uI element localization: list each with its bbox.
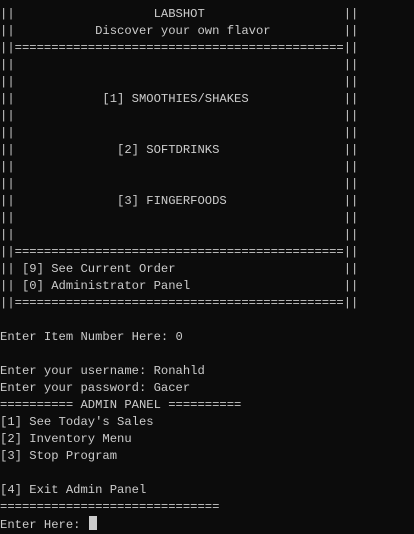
- admin-option-inventory: [2] Inventory Menu: [0, 432, 132, 446]
- admin-option-sales: [1] See Today's Sales: [0, 415, 154, 429]
- banner-bottom-border: ||======================================…: [0, 296, 359, 310]
- banner-blank: || ||: [0, 177, 359, 191]
- admin-panel-footer: ==============================: [0, 500, 220, 514]
- banner-divider: ||======================================…: [0, 245, 359, 259]
- banner-blank: || ||: [0, 58, 359, 72]
- banner-tagline: || Discover your own flavor ||: [0, 24, 359, 38]
- username-prompt: Enter your username: Ronahld: [0, 364, 205, 378]
- menu-option-admin-panel: || [0] Administrator Panel ||: [0, 279, 359, 293]
- admin-panel-header: ========== ADMIN PANEL ==========: [0, 398, 242, 412]
- admin-option-stop: [3] Stop Program: [0, 449, 118, 463]
- text-cursor[interactable]: [88, 516, 97, 530]
- banner-divider: ||======================================…: [0, 41, 359, 55]
- banner-blank: || ||: [0, 211, 359, 225]
- password-prompt: Enter your password: Gacer: [0, 381, 191, 395]
- banner-top-title: || LABSHOT ||: [0, 7, 359, 21]
- admin-option-exit: [4] Exit Admin Panel: [0, 483, 147, 497]
- menu-option-softdrinks: || [2] SOFTDRINKS ||: [0, 143, 359, 157]
- menu-option-fingerfoods: || [3] FINGERFOODS ||: [0, 194, 359, 208]
- banner-blank: || ||: [0, 160, 359, 174]
- enter-here-prompt: Enter Here:: [0, 518, 88, 532]
- menu-option-current-order: || [9] See Current Order ||: [0, 262, 359, 276]
- banner-blank: || ||: [0, 228, 359, 242]
- terminal-window[interactable]: || LABSHOT || || Discover your own flavo…: [0, 0, 414, 532]
- enter-here-input-line[interactable]: Enter Here:: [0, 516, 414, 533]
- banner-blank: || ||: [0, 75, 359, 89]
- banner-blank: || ||: [0, 109, 359, 123]
- banner-blank: || ||: [0, 126, 359, 140]
- menu-option-smoothies: || [1] SMOOTHIES/SHAKES ||: [0, 92, 359, 106]
- item-number-prompt: Enter Item Number Here: 0: [0, 330, 183, 344]
